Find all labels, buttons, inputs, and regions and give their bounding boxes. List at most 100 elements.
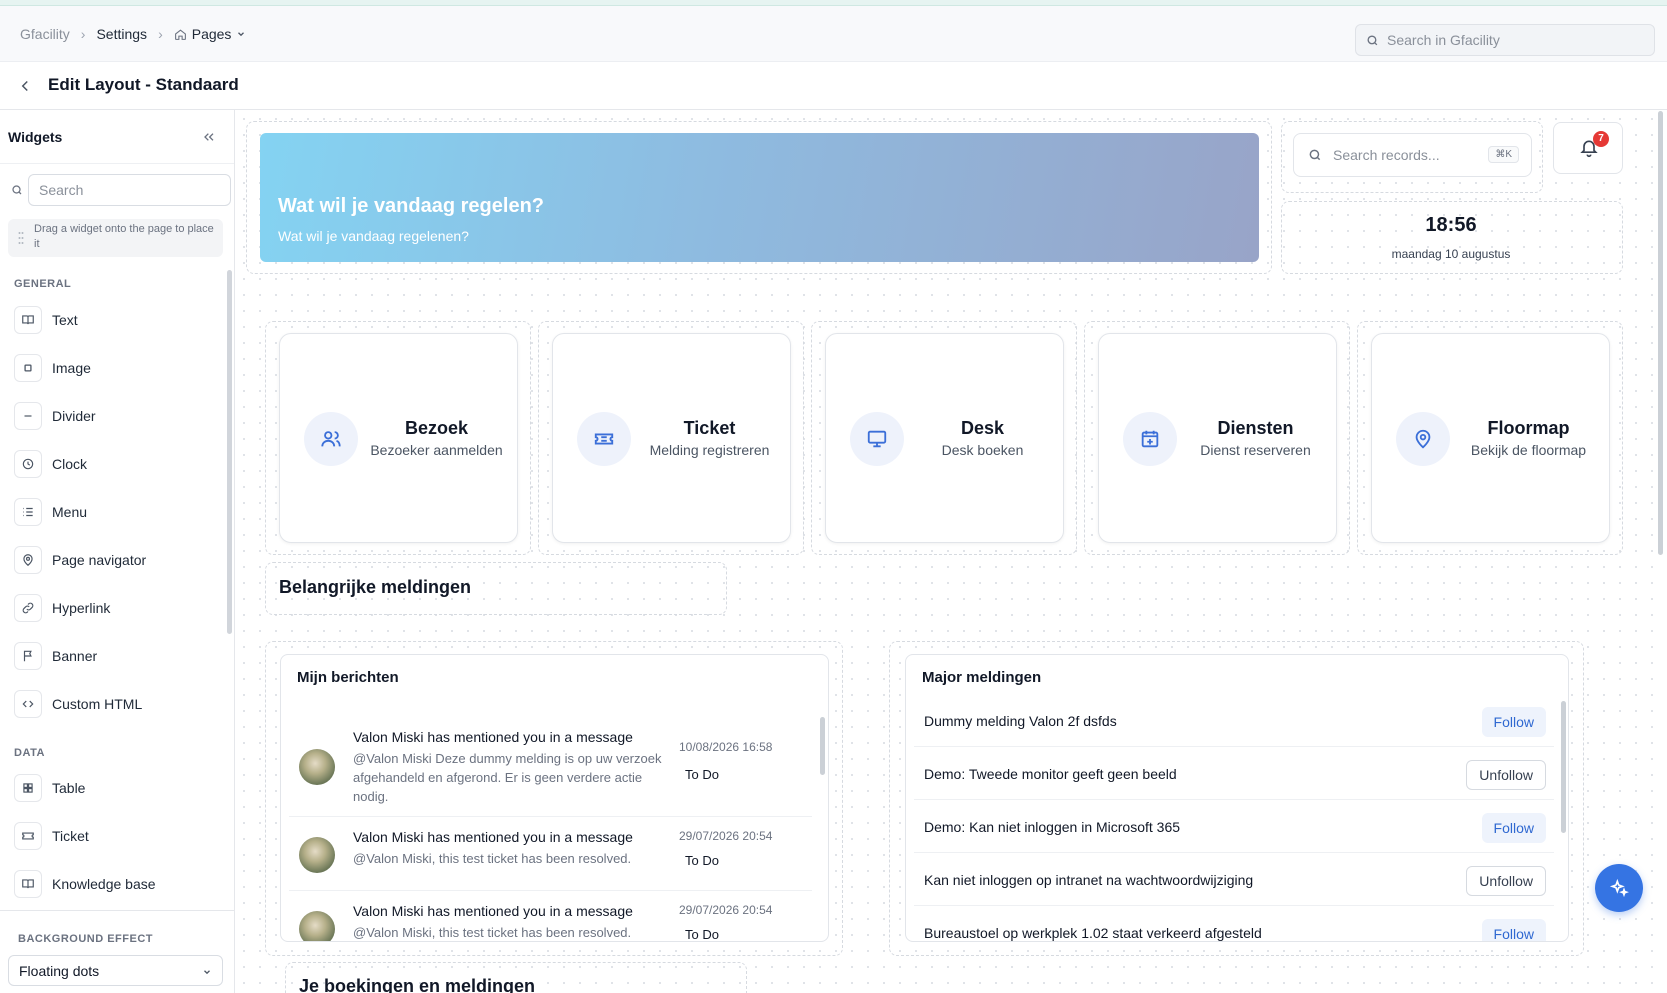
clock-widget — [1281, 201, 1623, 274]
monitor-icon — [867, 430, 887, 448]
chevron-down-icon[interactable] — [236, 29, 246, 39]
book-icon — [22, 879, 34, 889]
clock-date: maandag 10 augustus — [1391, 247, 1511, 261]
canvas-scrollbar[interactable] — [1658, 111, 1663, 555]
avatar — [299, 911, 335, 941]
major-item[interactable]: Dummy melding Valon 2f dsfds Follow — [914, 697, 1554, 747]
major-item[interactable]: Kan niet inloggen op intranet na wachtwo… — [914, 856, 1554, 906]
widget-item-label: Ticket — [52, 828, 89, 844]
widget-item-menu[interactable]: Menu — [14, 496, 214, 528]
widget-item-label: Divider — [52, 408, 96, 424]
major-scrollbar[interactable] — [1561, 701, 1566, 833]
breadcrumb-gfacility[interactable]: Gfacility — [20, 26, 70, 42]
nav-card-diensten[interactable]: Diensten Dienst reserveren — [1098, 333, 1337, 543]
sidebar-scrollbar[interactable] — [227, 270, 232, 634]
clock-icon — [22, 458, 34, 470]
widget-search-input[interactable] — [28, 174, 231, 206]
nav-card-desk[interactable]: Desk Desk boeken — [825, 333, 1064, 543]
widget-item-divider[interactable]: Divider — [14, 400, 214, 432]
avatar — [299, 749, 335, 785]
message-item[interactable]: Valon Miski has mentioned you in a messa… — [289, 719, 812, 817]
breadcrumb-separator-icon: › — [158, 26, 163, 42]
widget-item-clock[interactable]: Clock — [14, 448, 214, 480]
widget-item-banner[interactable]: Banner — [14, 640, 214, 672]
widget-item-label: Knowledge base — [52, 876, 156, 892]
message-date: 29/07/2026 20:54 — [679, 829, 773, 843]
section-title-important: Belangrijke meldingen — [279, 577, 472, 597]
widget-item-table[interactable]: Table — [14, 772, 214, 804]
widget-item-image[interactable]: Image — [14, 352, 214, 384]
chevron-down-icon — [204, 970, 210, 975]
title-bar: Edit Layout - Standaard — [0, 62, 1667, 110]
major-item[interactable]: Demo: Tweede monitor geeft geen beeld Un… — [914, 750, 1554, 800]
message-item[interactable]: Valon Miski has mentioned you in a messa… — [289, 817, 812, 891]
notifications-button[interactable]: 7 — [1553, 122, 1623, 174]
widget-item-label: Text — [52, 312, 78, 328]
messages-title: Mijn berichten — [297, 669, 399, 686]
follow-button[interactable]: Follow — [1481, 813, 1546, 843]
back-icon[interactable] — [16, 77, 34, 95]
nav-card-subtitle: Melding registreren — [649, 442, 770, 458]
nav-card-floormap[interactable]: Floormap Bekijk de floormap — [1371, 333, 1610, 543]
widget-item-ticket[interactable]: Ticket — [14, 820, 214, 852]
sidebar-title: Widgets — [8, 129, 63, 145]
breadcrumb-settings[interactable]: Settings — [96, 26, 147, 42]
major-panel: Major meldingen Dummy melding Valon 2f d… — [905, 654, 1569, 942]
breadcrumb-separator-icon: › — [80, 26, 86, 42]
message-body: @Valon Miski, this test ticket has been … — [353, 851, 632, 866]
sparkle-icon — [1609, 878, 1629, 898]
collapse-sidebar-icon[interactable] — [201, 129, 217, 145]
major-item[interactable]: Demo: Kan niet inloggen in Microsoft 365… — [914, 803, 1554, 853]
nav-card-ticket[interactable]: Ticket Melding registreren — [552, 333, 791, 543]
major-item-text: Kan niet inloggen op intranet na wachtwo… — [924, 872, 1254, 888]
grid-icon — [23, 783, 33, 793]
message-title: Valon Miski has mentioned you in a messa… — [353, 829, 633, 845]
message-title: Valon Miski has mentioned you in a messa… — [353, 729, 633, 745]
square-icon — [24, 364, 32, 372]
welcome-banner[interactable]: Wat wil je vandaag regelen? Wat wil je v… — [260, 133, 1259, 262]
widget-item-knowledge-base[interactable]: Knowledge base — [14, 868, 214, 900]
code-icon — [22, 700, 34, 708]
page-title: Edit Layout - Standaard — [48, 75, 239, 94]
nav-card-subtitle: Bekijk de floormap — [1470, 442, 1587, 458]
widget-item-custom-html[interactable]: Custom HTML — [14, 688, 214, 720]
record-search-input[interactable] — [1333, 147, 1483, 163]
ticket-icon — [22, 832, 34, 840]
notification-count-badge: 7 — [1593, 131, 1609, 147]
unfollow-button[interactable]: Unfollow — [1466, 760, 1546, 790]
book-icon — [22, 315, 34, 325]
background-effect-value: Floating dots — [19, 963, 100, 979]
background-effect-select[interactable]: Floating dots — [8, 955, 223, 986]
follow-button[interactable]: Follow — [1481, 919, 1546, 941]
drag-hint: Drag a widget onto the page to place it — [8, 219, 223, 257]
unfollow-button[interactable]: Unfollow — [1466, 866, 1546, 896]
record-search: ⌘K — [1293, 133, 1532, 177]
widget-item-hyperlink[interactable]: Hyperlink — [14, 592, 214, 624]
nav-card-title: Ticket — [683, 418, 736, 438]
widget-item-label: Banner — [52, 648, 98, 664]
map-pin-icon — [23, 554, 33, 567]
messages-scrollbar[interactable] — [820, 717, 825, 775]
global-search-input[interactable] — [1387, 32, 1637, 48]
flag-icon — [23, 650, 32, 662]
message-date: 10/08/2026 16:58 — [679, 740, 773, 754]
nav-card-title: Floormap — [1487, 418, 1570, 438]
nav-card-bezoek[interactable]: Bezoek Bezoeker aanmelden — [279, 333, 518, 543]
message-status: To Do — [685, 767, 719, 782]
grip-icon — [18, 232, 24, 244]
assistant-button[interactable] — [1595, 864, 1643, 912]
nav-card-title: Desk — [960, 418, 1005, 438]
background-effect-label: BACKGROUND EFFECT — [18, 933, 153, 945]
follow-button[interactable]: Follow — [1481, 707, 1546, 737]
nav-card-title: Bezoek — [404, 418, 469, 438]
message-item[interactable]: Valon Miski has mentioned you in a messa… — [289, 891, 812, 941]
calendar-plus-icon — [1141, 430, 1159, 448]
breadcrumb-pages[interactable]: Pages — [192, 26, 232, 42]
widget-item-page-navigator[interactable]: Page navigator — [14, 544, 214, 576]
major-item-text: Demo: Tweede monitor geeft geen beeld — [924, 766, 1177, 782]
avatar — [299, 837, 335, 873]
banner-subtitle: Wat wil je vandaag regelenen? — [278, 228, 469, 244]
widget-item-text[interactable]: Text — [14, 304, 214, 336]
major-item-text: Bureaustoel op werkplek 1.02 staat verke… — [924, 925, 1262, 941]
major-item[interactable]: Bureaustoel op werkplek 1.02 staat verke… — [914, 909, 1554, 941]
